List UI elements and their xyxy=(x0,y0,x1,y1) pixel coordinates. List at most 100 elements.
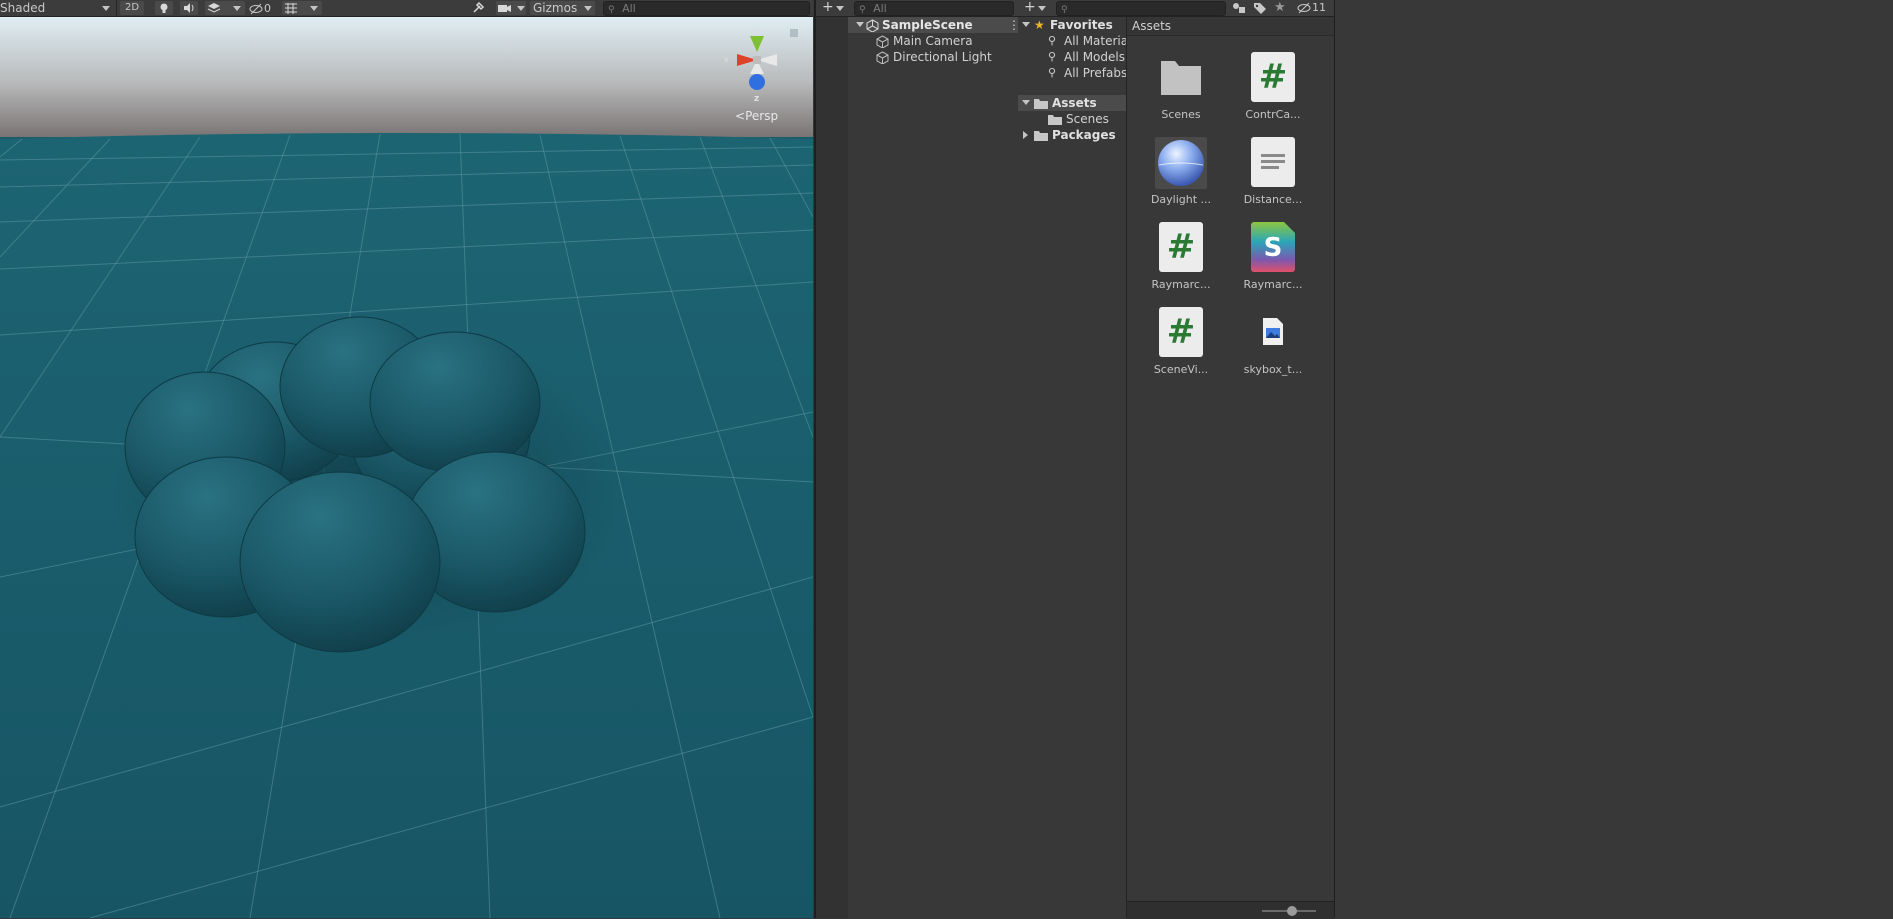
unity-scene-icon xyxy=(866,19,879,32)
effects-dropdown[interactable] xyxy=(205,1,245,15)
hierarchy-toolbar: + ⚲ All xyxy=(816,0,1018,17)
csharp-script-icon: # xyxy=(1159,222,1203,272)
2d-toggle-button[interactable]: 2D xyxy=(120,1,144,15)
favorites-label: Favorites xyxy=(1050,18,1113,32)
lock-icon[interactable] xyxy=(790,29,798,37)
scene-render xyxy=(0,17,813,918)
chevron-down-icon xyxy=(836,6,844,11)
filter-type-icon xyxy=(1233,3,1245,13)
scene-name: SampleScene xyxy=(882,18,973,32)
assets-folder-row[interactable]: Assets xyxy=(1018,95,1126,111)
search-icon: ⚲ xyxy=(1048,50,1057,63)
favorite-label: All Prefabs xyxy=(1064,66,1127,80)
audio-toggle-button[interactable] xyxy=(180,1,198,15)
asset-label: Raymarc... xyxy=(1243,278,1303,291)
project-search-input[interactable]: ⚲ xyxy=(1056,1,1226,16)
chevron-down-icon xyxy=(102,6,110,11)
chevron-down-icon xyxy=(310,6,318,11)
search-by-label-button[interactable] xyxy=(1252,1,1268,18)
folder-icon xyxy=(1034,131,1048,141)
breadcrumb-assets[interactable]: Assets xyxy=(1132,19,1171,33)
favorite-item-all-prefabs[interactable]: ⚲ All Prefabs xyxy=(1048,65,1127,81)
project-folder-tree: ★ Favorites ⚲ All Materia ⚲ All Models ⚲… xyxy=(1018,17,1127,918)
favorite-label: All Models xyxy=(1064,50,1125,64)
hidden-packages-toggle[interactable]: 11 xyxy=(1296,0,1326,15)
add-object-button[interactable]: + xyxy=(822,0,834,15)
skybox-material-icon xyxy=(1158,140,1204,186)
projection-label: Persp xyxy=(745,109,779,123)
gizmos-dropdown[interactable]: Gizmos xyxy=(530,1,595,15)
svg-text:S: S xyxy=(1264,233,1283,263)
expand-arrow-icon[interactable] xyxy=(1022,100,1030,105)
hierarchy-item-main-camera[interactable]: Main Camera xyxy=(876,33,1016,49)
csharp-script-icon: # xyxy=(1251,52,1295,102)
favorites-row[interactable]: ★ Favorites xyxy=(1018,17,1126,33)
gizmos-label: Gizmos xyxy=(533,1,578,15)
layers-effects-icon xyxy=(207,3,221,13)
shading-mode-dropdown[interactable]: Shaded xyxy=(0,0,110,16)
hierarchy-search-placeholder: All xyxy=(873,2,887,15)
scene-viewport[interactable]: y z x <Persp xyxy=(0,17,813,918)
save-search-button[interactable]: ★ xyxy=(1274,0,1286,15)
search-icon: ⚲ xyxy=(859,5,866,15)
gameobject-cube-icon xyxy=(876,35,889,48)
scene-view[interactable]: Shaded 2D 0 Gizmos ⚲ All y z x <Persp xyxy=(0,0,813,918)
lighting-toggle-button[interactable] xyxy=(155,1,173,15)
hidden-objects-toggle[interactable]: 0 xyxy=(248,0,278,16)
scene-search-placeholder: All xyxy=(622,2,636,15)
breadcrumb: Assets xyxy=(1127,17,1334,36)
axis-x-label: x xyxy=(724,55,729,64)
shading-mode-label: Shaded xyxy=(0,1,46,15)
axis-y-label: y xyxy=(754,24,760,34)
chevron-down-icon xyxy=(517,6,525,11)
hierarchy-panel: + ⚲ All SampleScene ⋮ Main Camera Direct… xyxy=(814,0,1020,918)
hierarchy-gutter xyxy=(816,17,848,918)
project-footer xyxy=(1127,901,1334,919)
asset-label: Daylight ... xyxy=(1150,193,1212,206)
axis-gizmo-icon xyxy=(737,36,777,90)
collapse-arrow-icon[interactable] xyxy=(1023,131,1028,139)
chevron-down-icon xyxy=(1038,6,1046,11)
expand-arrow-icon[interactable] xyxy=(1022,22,1030,27)
hierarchy-search-input[interactable]: ⚲ All xyxy=(854,1,1014,16)
grid-snap-dropdown[interactable] xyxy=(282,1,322,15)
asset-label: Distance... xyxy=(1243,193,1303,206)
asset-label: Raymarc... xyxy=(1151,278,1211,291)
folder-icon xyxy=(1161,61,1201,95)
gameobject-cube-icon xyxy=(876,51,889,64)
camera-settings-dropdown[interactable] xyxy=(496,1,526,15)
eye-hidden-icon xyxy=(249,3,263,14)
folder-open-icon xyxy=(1034,99,1048,109)
chevron-down-icon xyxy=(233,6,241,11)
asset-label: skybox_t... xyxy=(1243,363,1303,376)
search-icon: ⚲ xyxy=(608,5,615,15)
search-icon: ⚲ xyxy=(1048,66,1057,79)
packages-folder-row[interactable]: Packages xyxy=(1018,127,1126,143)
wrench-icon xyxy=(473,1,485,13)
hierarchy-item-directional-light[interactable]: Directional Light xyxy=(876,49,1016,65)
orientation-gizmo[interactable]: y z x xyxy=(722,22,792,104)
favorite-item-all-models[interactable]: ⚲ All Models xyxy=(1048,49,1126,65)
grid-icon xyxy=(285,3,297,14)
scenes-folder-row[interactable]: Scenes xyxy=(1048,111,1126,127)
favorite-item-all-materials[interactable]: ⚲ All Materia xyxy=(1048,33,1126,49)
speaker-icon xyxy=(184,3,194,13)
create-asset-button[interactable]: + xyxy=(1024,0,1036,15)
hidden-packages-count: 11 xyxy=(1312,1,1326,14)
search-by-type-button[interactable] xyxy=(1230,1,1248,18)
search-icon: ⚲ xyxy=(1048,34,1057,47)
scene-row[interactable]: SampleScene ⋮ xyxy=(848,17,1020,33)
scene-search-input[interactable]: ⚲ All xyxy=(603,1,810,16)
lightbulb-icon xyxy=(160,3,168,13)
shader-icon: S xyxy=(1251,222,1295,272)
csharp-script-icon: # xyxy=(1159,307,1203,357)
asset-label: ContrCa... xyxy=(1245,108,1301,121)
tools-button[interactable] xyxy=(470,0,488,16)
projection-toggle[interactable]: <Persp xyxy=(735,109,778,123)
plus-icon: + xyxy=(822,0,834,15)
expand-arrow-icon[interactable] xyxy=(856,22,864,27)
hidden-count: 0 xyxy=(264,2,271,15)
zoom-slider-thumb[interactable] xyxy=(1286,906,1297,916)
image-icon xyxy=(1263,318,1283,345)
scene-toolbar: Shaded 2D 0 Gizmos ⚲ All xyxy=(0,0,813,17)
